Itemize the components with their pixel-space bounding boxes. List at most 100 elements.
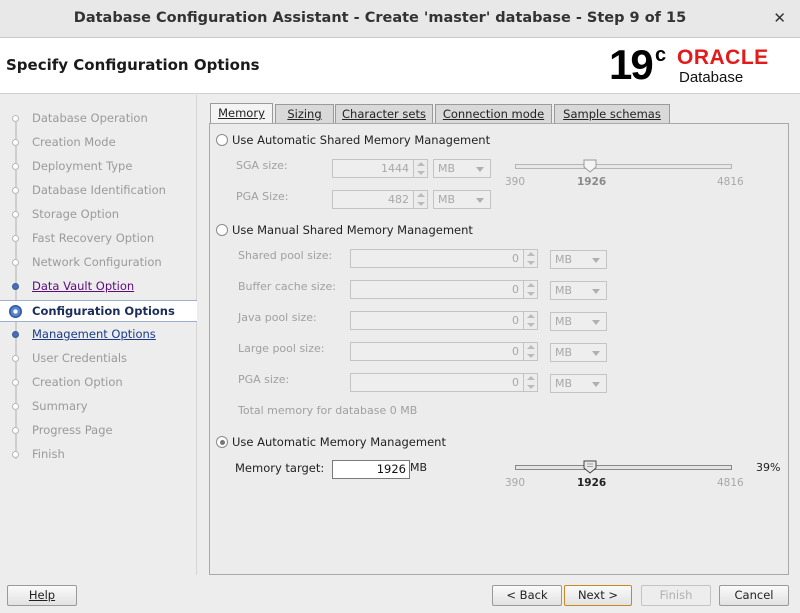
logo-version: 19 <box>609 41 654 88</box>
tab-character-sets[interactable]: Character sets <box>335 104 433 123</box>
sidebar-item-label: Creation Mode <box>32 135 116 149</box>
sga-size-input[interactable]: 1444 <box>332 159 414 178</box>
amm-label: Use Automatic Memory Management <box>232 435 446 449</box>
step-dot-icon <box>12 403 19 410</box>
sidebar-item-label: Network Configuration <box>32 255 162 269</box>
pga-size-unit-select[interactable]: MB <box>550 374 607 393</box>
asmm-radio[interactable] <box>216 134 228 146</box>
amm-slider-max: 4816 <box>717 477 744 489</box>
pga-size-label: PGA size: <box>238 373 290 386</box>
step-dot-icon <box>12 163 19 170</box>
sidebar-item-user-credentials: User Credentials <box>0 348 197 370</box>
step-dot-icon <box>12 211 19 218</box>
back-button[interactable]: < Back <box>492 585 562 606</box>
sidebar-item-label: Configuration Options <box>32 304 175 318</box>
java-pool-size-unit-select[interactable]: MB <box>550 312 607 331</box>
large-pool-size-unit-select[interactable]: MB <box>550 343 607 362</box>
page-header: Specify Configuration Options 19 c ORACL… <box>0 38 800 94</box>
asmm-slider-track[interactable] <box>515 164 732 169</box>
tab-connection-mode[interactable]: Connection mode <box>435 104 552 123</box>
sidebar-item-database-operation: Database Operation <box>0 108 197 130</box>
asmm-slider-thumb[interactable] <box>583 159 597 173</box>
total-memory-text: Total memory for database 0 MB <box>238 404 418 417</box>
step-dot-icon <box>9 305 22 318</box>
tab-sizing[interactable]: Sizing <box>275 104 334 123</box>
sidebar-item-data-vault-option[interactable]: Data Vault Option <box>0 276 197 298</box>
asmm-slider-max: 4816 <box>717 176 744 188</box>
sga-unit-select[interactable]: MB <box>433 159 491 178</box>
memory-target-unit: MB <box>410 461 428 474</box>
amm-slider-value: 1926 <box>577 477 607 489</box>
shared-pool-size-input[interactable]: 0 <box>350 249 524 268</box>
cancel-button[interactable]: Cancel <box>719 585 789 606</box>
sidebar-item-label: Progress Page <box>32 423 113 437</box>
sidebar-item-network-configuration: Network Configuration <box>0 252 197 274</box>
pga-size-label: PGA Size: <box>236 190 289 203</box>
step-dot-icon <box>12 187 19 194</box>
sidebar-item-creation-option: Creation Option <box>0 372 197 394</box>
sidebar-item-label: Management Options <box>32 327 156 341</box>
sidebar-item-label: Database Identification <box>32 183 166 197</box>
step-dot-icon <box>12 451 19 458</box>
java-pool-size-input[interactable]: 0 <box>350 311 524 330</box>
large-pool-size-label: Large pool size: <box>238 342 325 355</box>
sga-size-label: SGA size: <box>236 159 288 172</box>
amm-slider-min: 390 <box>505 477 526 489</box>
shared-pool-size-unit-select[interactable]: MB <box>550 250 607 269</box>
shared-pool-size-stepper[interactable] <box>523 249 538 268</box>
pga-size-stepper[interactable] <box>523 373 538 392</box>
step-dot-icon <box>12 355 19 362</box>
sidebar-item-management-options[interactable]: Management Options <box>0 324 197 346</box>
buffer-cache-size-unit-select[interactable]: MB <box>550 281 607 300</box>
step-dot-icon <box>12 259 19 266</box>
step-dot-icon <box>12 115 19 122</box>
manual-smm-radio[interactable] <box>216 224 228 236</box>
sidebar-item-label: Data Vault Option <box>32 279 135 293</box>
step-dot-icon <box>12 379 19 386</box>
tab-memory[interactable]: Memory <box>210 103 273 124</box>
amm-slider-track[interactable] <box>515 465 732 470</box>
java-pool-size-stepper[interactable] <box>523 311 538 330</box>
memory-percent: 39% <box>756 461 781 474</box>
manual-smm-label: Use Manual Shared Memory Management <box>232 223 473 237</box>
large-pool-size-stepper[interactable] <box>523 342 538 361</box>
help-button[interactable]: Help <box>7 585 77 606</box>
logo-version-suffix: c <box>655 44 667 66</box>
sidebar-item-configuration-options[interactable]: Configuration Options <box>0 300 197 322</box>
buffer-cache-size-stepper[interactable] <box>523 280 538 299</box>
step-dot-icon <box>12 427 19 434</box>
amm-radio[interactable] <box>216 436 228 448</box>
sidebar-item-label: Fast Recovery Option <box>32 231 155 245</box>
sidebar-item-label: Summary <box>32 399 88 413</box>
asmm-slider-min: 390 <box>505 176 526 188</box>
sidebar-item-label: Creation Option <box>32 375 123 389</box>
sidebar-item-finish: Finish <box>0 444 197 466</box>
memory-tab-panel: Use Automatic Shared Memory Management S… <box>209 123 789 575</box>
close-icon[interactable]: ✕ <box>773 9 786 27</box>
logo-brand: ORACLE <box>677 46 769 69</box>
step-dot-icon <box>12 283 19 290</box>
step-dot-icon <box>12 331 19 338</box>
finish-button[interactable]: Finish <box>641 585 711 606</box>
sidebar-item-label: Storage Option <box>32 207 120 221</box>
sidebar-item-database-identification: Database Identification <box>0 180 197 202</box>
next-button[interactable]: Next > <box>564 585 632 606</box>
pga-size-input[interactable]: 0 <box>350 373 524 392</box>
shared-pool-size-label: Shared pool size: <box>238 249 333 262</box>
sidebar-item-fast-recovery-option: Fast Recovery Option <box>0 228 197 250</box>
amm-slider-thumb[interactable] <box>583 460 597 474</box>
sidebar-item-deployment-type: Deployment Type <box>0 156 197 178</box>
pga-unit-select[interactable]: MB <box>433 190 491 209</box>
large-pool-size-input[interactable]: 0 <box>350 342 524 361</box>
pga-size-stepper[interactable] <box>413 190 428 209</box>
asmm-label: Use Automatic Shared Memory Management <box>232 133 491 147</box>
pga-size-input[interactable]: 482 <box>332 190 414 209</box>
sidebar-item-label: Database Operation <box>32 111 148 125</box>
title-bar: Database Configuration Assistant - Creat… <box>0 0 800 38</box>
buffer-cache-size-input[interactable]: 0 <box>350 280 524 299</box>
memory-target-input[interactable]: 1926 <box>332 460 410 479</box>
step-dot-icon <box>12 139 19 146</box>
memory-target-label: Memory target: <box>235 461 325 475</box>
tab-sample-schemas[interactable]: Sample schemas <box>554 104 670 123</box>
sga-size-stepper[interactable] <box>413 159 428 178</box>
